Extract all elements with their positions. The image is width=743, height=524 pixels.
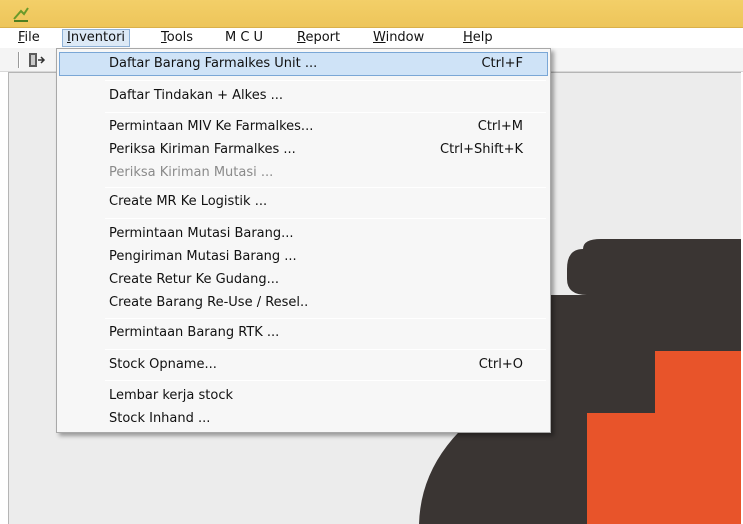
menu-item-label: Pengiriman Mutasi Barang ... (109, 249, 297, 264)
menu-help-mnemonic: H (463, 30, 473, 45)
menu-item-label: Create MR Ke Logistik ... (109, 194, 268, 209)
menu-window-mnemonic: W (373, 30, 386, 45)
menu-separator (105, 318, 546, 319)
menu-item-label: Periksa Kiriman Mutasi ... (109, 165, 274, 180)
menu-inventori-label: nventori (70, 30, 126, 45)
toolbar-grip[interactable] (18, 52, 20, 68)
menu-item-label: Lembar kerja stock (109, 388, 233, 403)
menu-item-shortcut: Ctrl+O (478, 357, 523, 372)
menu-item-permintaan-miv[interactable]: Permintaan MIV Ke Farmalkes... Ctrl+M (59, 115, 548, 139)
menu-separator (105, 380, 546, 381)
menu-item-pengiriman-mutasi-barang[interactable]: Pengiriman Mutasi Barang ... (59, 245, 548, 269)
menu-separator (105, 112, 546, 113)
menu-item-permintaan-barang-rtk[interactable]: Permintaan Barang RTK ... (59, 321, 548, 345)
inventori-dropdown-menu: Daftar Barang Farmalkes Unit ... Ctrl+F … (56, 48, 551, 433)
menu-help[interactable]: Help (459, 29, 497, 47)
menu-bar: File Inventori Tools M C U Report Window… (0, 28, 743, 48)
menu-item-permintaan-mutasi-barang[interactable]: Permintaan Mutasi Barang... (59, 222, 548, 246)
menu-item-shortcut: Ctrl+Shift+K (440, 142, 523, 157)
menu-file-label: ile (24, 30, 40, 45)
menu-item-stock-inhand[interactable]: Stock Inhand ... (59, 407, 548, 431)
menu-item-shortcut: Ctrl+F (481, 56, 523, 71)
menu-item-lembar-kerja-stock[interactable]: Lembar kerja stock (59, 384, 548, 408)
menu-item-label: Stock Inhand ... (109, 411, 211, 426)
menu-window[interactable]: Window (369, 29, 428, 47)
app-logo-icon (13, 7, 29, 22)
menu-item-label: Periksa Kiriman Farmalkes ... (109, 142, 296, 157)
menu-item-stock-opname[interactable]: Stock Opname... Ctrl+O (59, 353, 548, 377)
menu-separator (105, 187, 546, 188)
menu-item-label: Permintaan MIV Ke Farmalkes... (109, 119, 314, 134)
menu-separator (105, 218, 546, 219)
menu-mcu-label: M C U (225, 30, 264, 45)
menu-item-label: Daftar Tindakan + Alkes ... (109, 88, 284, 103)
menu-item-label: Daftar Barang Farmalkes Unit ... (109, 56, 318, 71)
menu-tools[interactable]: Tools (157, 29, 197, 47)
menu-item-shortcut: Ctrl+M (477, 119, 523, 134)
menu-help-label: elp (472, 30, 493, 45)
menu-item-create-retur-gudang[interactable]: Create Retur Ke Gudang... (59, 268, 548, 292)
menu-tools-label: ools (166, 30, 194, 45)
menu-inventori[interactable]: Inventori (62, 29, 131, 47)
menu-window-label: indow (385, 30, 425, 45)
menu-item-create-mr-logistik[interactable]: Create MR Ke Logistik ... (59, 190, 548, 214)
menu-item-daftar-barang-farmalkes-unit[interactable]: Daftar Barang Farmalkes Unit ... Ctrl+F (59, 52, 548, 76)
menu-item-periksa-kiriman-farmalkes[interactable]: Periksa Kiriman Farmalkes ... Ctrl+Shift… (59, 138, 548, 162)
menu-item-label: Create Barang Re-Use / Resel.. (109, 295, 309, 310)
menu-mcu[interactable]: M C U (221, 29, 267, 47)
menu-report-label: eport (305, 30, 341, 45)
exit-door-icon[interactable] (25, 51, 47, 69)
menu-item-label: Create Retur Ke Gudang... (109, 272, 280, 287)
menu-separator (105, 349, 546, 350)
menu-item-label: Permintaan Barang RTK ... (109, 325, 280, 340)
title-bar (0, 0, 743, 28)
menu-item-periksa-kiriman-mutasi: Periksa Kiriman Mutasi ... (59, 161, 548, 185)
menu-item-label: Stock Opname... (109, 357, 217, 372)
menu-report[interactable]: Report (293, 29, 344, 47)
menu-item-daftar-tindakan-alkes[interactable]: Daftar Tindakan + Alkes ... (59, 84, 548, 108)
menu-item-label: Permintaan Mutasi Barang... (109, 226, 294, 241)
menu-separator (105, 80, 546, 81)
menu-item-create-barang-reuse[interactable]: Create Barang Re-Use / Resel.. (59, 291, 548, 315)
menu-file[interactable]: File (14, 29, 44, 47)
